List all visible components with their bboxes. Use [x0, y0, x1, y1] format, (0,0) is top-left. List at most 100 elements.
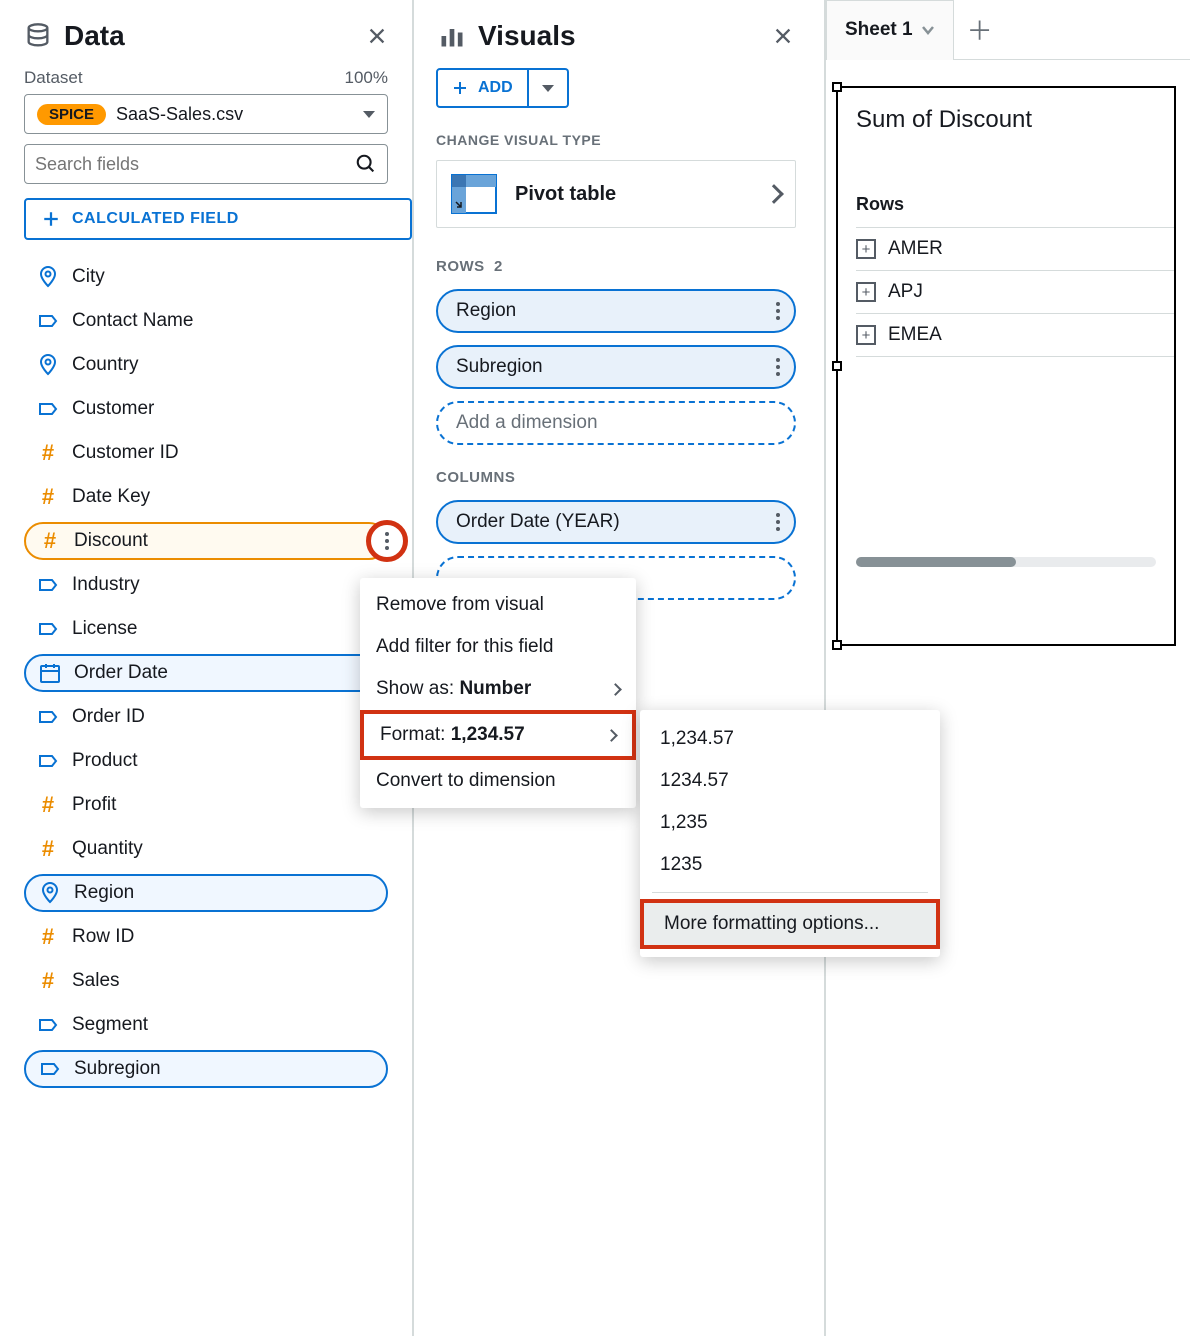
field-item[interactable]: # Sales [24, 962, 388, 1000]
chevron-right-icon [609, 683, 622, 696]
pin-icon [38, 881, 62, 905]
dataset-name: SaaS-Sales.csv [116, 104, 353, 125]
zoom-level: 100% [345, 68, 388, 88]
visual-title[interactable]: Sum of Discount [856, 106, 1174, 134]
field-item[interactable]: Industry [24, 566, 388, 604]
sheet-panel: Sheet 1 ＋ Sum of Discount Rows +AMER+APJ… [826, 0, 1190, 1336]
pivot-row[interactable]: + AMER [856, 228, 1174, 271]
more-options-icon[interactable] [776, 302, 780, 320]
change-type-label: CHANGE VISUAL TYPE [436, 132, 796, 148]
field-label: Discount [74, 530, 148, 552]
context-menu-item[interactable]: Format: 1,234.57 [360, 710, 636, 760]
database-icon [24, 22, 52, 50]
expand-icon[interactable]: + [856, 239, 876, 259]
data-panel: Data Dataset 100% SPICE SaaS-Sales.csv C… [0, 0, 414, 1336]
resize-handle[interactable] [832, 640, 842, 650]
field-item[interactable]: Product [24, 742, 388, 780]
format-option[interactable]: 1234.57 [640, 760, 940, 802]
visual-type-selector[interactable]: Pivot table [436, 160, 796, 228]
field-item[interactable]: Customer [24, 390, 388, 428]
pin-icon [36, 265, 60, 289]
add-visual-dropdown[interactable] [529, 68, 569, 108]
search-fields[interactable] [24, 144, 388, 184]
sheet-tab[interactable]: Sheet 1 [826, 0, 954, 60]
field-item[interactable]: Order Date [24, 654, 388, 692]
expand-icon[interactable]: + [856, 282, 876, 302]
format-submenu: 1,234.571234.571,2351235 More formatting … [640, 710, 940, 957]
field-item[interactable]: Country [24, 346, 388, 384]
dataset-dropdown[interactable]: SPICE SaaS-Sales.csv [24, 94, 388, 134]
field-item[interactable]: Subregion [24, 1050, 388, 1088]
pill-label: Order Date (YEAR) [456, 511, 620, 533]
field-label: Contact Name [72, 310, 193, 332]
field-item[interactable]: #Row ID [24, 918, 388, 956]
close-icon[interactable] [772, 25, 794, 47]
context-menu-item[interactable]: Remove from visual [360, 584, 636, 626]
field-label: Segment [72, 1014, 148, 1036]
field-label: Date Key [72, 486, 150, 508]
add-sheet-button[interactable]: ＋ [954, 11, 1006, 48]
resize-handle[interactable] [832, 82, 842, 92]
field-item[interactable]: #Customer ID [24, 434, 388, 472]
expand-icon[interactable]: + [856, 325, 876, 345]
row-pill[interactable]: Subregion [436, 345, 796, 389]
field-item[interactable]: #Discount [24, 522, 388, 560]
search-icon [355, 153, 377, 175]
hash-icon: # [36, 793, 60, 817]
field-item[interactable]: Order ID [24, 698, 388, 736]
caret-down-icon [542, 85, 554, 92]
context-menu-item[interactable]: Show as: Number [360, 668, 636, 710]
format-option[interactable]: 1,234.57 [640, 718, 940, 760]
horizontal-scrollbar[interactable] [856, 557, 1156, 567]
pivot-row-label: EMEA [888, 324, 942, 346]
cal-icon [38, 661, 62, 685]
field-item[interactable]: Contact Name [24, 302, 388, 340]
visual-frame[interactable]: Sum of Discount Rows +AMER+APJ+EMEA [836, 86, 1176, 646]
format-option[interactable]: 1235 [640, 844, 940, 886]
more-options-icon[interactable] [776, 513, 780, 531]
pivot-table-icon [451, 174, 497, 214]
visual-type-name: Pivot table [515, 183, 749, 206]
column-pill[interactable]: Order Date (YEAR) [436, 500, 796, 544]
search-input[interactable] [35, 154, 347, 175]
chevron-right-icon [605, 729, 618, 742]
field-label: Product [72, 750, 137, 772]
row-pill[interactable]: Region [436, 289, 796, 333]
close-icon[interactable] [366, 25, 388, 47]
tag-icon [36, 1013, 60, 1037]
more-formatting-options[interactable]: More formatting options... [640, 899, 940, 949]
pill-label: Subregion [456, 356, 543, 378]
hash-icon: # [36, 837, 60, 861]
chart-icon [438, 22, 466, 50]
calculated-field-button[interactable]: CALCULATED FIELD [24, 198, 412, 240]
field-item[interactable]: Segment [24, 1006, 388, 1044]
field-label: Sales [72, 970, 120, 992]
field-item[interactable]: Region [24, 874, 388, 912]
caret-down-icon [363, 111, 375, 118]
field-label: Profit [72, 794, 116, 816]
visuals-panel-title: Visuals [478, 20, 760, 52]
field-label: Row ID [72, 926, 134, 948]
field-label: Order Date [74, 662, 168, 684]
rows-placeholder[interactable]: Add a dimension [436, 401, 796, 445]
add-visual-button[interactable]: ADD [436, 68, 529, 108]
pivot-row[interactable]: +APJ [856, 271, 1174, 314]
pin-icon [36, 353, 60, 377]
pill-label: Region [456, 300, 516, 322]
format-option[interactable]: 1,235 [640, 802, 940, 844]
more-options-button[interactable] [366, 520, 408, 562]
field-item[interactable]: City [24, 258, 388, 296]
more-options-icon[interactable] [776, 358, 780, 376]
add-visual-group: ADD [436, 68, 796, 108]
field-item[interactable]: # Profit [24, 786, 388, 824]
context-menu-item[interactable]: Convert to dimension [360, 760, 636, 802]
pivot-row-label: AMER [888, 238, 943, 260]
field-item[interactable]: #Quantity [24, 830, 388, 868]
resize-handle[interactable] [832, 361, 842, 371]
field-item[interactable]: License [24, 610, 388, 648]
field-item[interactable]: #Date Key [24, 478, 388, 516]
sheet-tabs: Sheet 1 ＋ [826, 0, 1190, 60]
context-menu-item[interactable]: Add filter for this field [360, 626, 636, 668]
hash-icon: # [36, 969, 60, 993]
pivot-row[interactable]: + EMEA [856, 314, 1174, 357]
